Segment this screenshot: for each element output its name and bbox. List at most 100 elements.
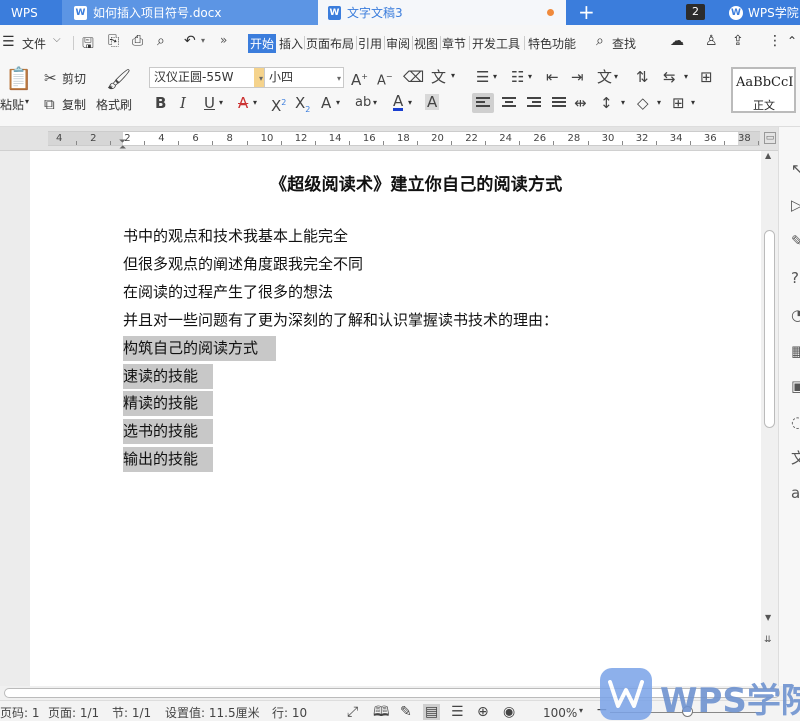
undo-icon[interactable]: ↶: [184, 33, 196, 49]
clear-format-icon[interactable]: ⌫: [403, 69, 424, 85]
help-icon[interactable]: ?: [791, 270, 799, 286]
more-arrows-icon[interactable]: »: [220, 33, 227, 47]
tab-document-2[interactable]: W 文字文稿3: [318, 0, 566, 25]
eye-protection-icon[interactable]: ◉: [503, 704, 515, 720]
align-center-button[interactable]: [498, 93, 520, 113]
align-left-button[interactable]: [472, 93, 494, 113]
chevron-down-icon[interactable]: ▾: [579, 704, 583, 718]
tab-special-features[interactable]: 特色功能: [528, 35, 576, 52]
style-normal[interactable]: AaBbCcI 正文: [731, 67, 796, 113]
select-pointer-icon[interactable]: ↖: [791, 161, 800, 177]
distributed-align-icon[interactable]: ⇹: [574, 95, 587, 111]
hamburger-menu-icon[interactable]: ☰: [2, 34, 15, 50]
grow-font-icon[interactable]: A+: [351, 69, 368, 88]
status-setting-value[interactable]: 设置值: 11.5厘米: [165, 706, 260, 720]
show-marks-icon[interactable]: ⇆: [663, 69, 676, 85]
strikethrough-icon[interactable]: A: [238, 95, 248, 111]
undo-dropdown-icon[interactable]: ▾: [201, 36, 205, 45]
cloud-icon[interactable]: ☁: [670, 33, 684, 49]
italic-icon[interactable]: I: [180, 95, 186, 111]
shading-icon[interactable]: ◇: [637, 95, 649, 111]
chevron-down-icon[interactable]: ▾: [657, 98, 661, 107]
chevron-down-icon[interactable]: ⌵: [53, 34, 61, 45]
font-size-select[interactable]: 小四 ▾: [264, 67, 344, 88]
align-right-button[interactable]: [523, 93, 545, 113]
search-icon[interactable]: ⌕: [596, 33, 604, 49]
tab-developer[interactable]: 开发工具: [472, 35, 520, 52]
tab-document-1[interactable]: W 如何插入项目符号.docx: [62, 0, 318, 25]
superscript-icon[interactable]: X2: [271, 95, 286, 114]
wps-home-tab[interactable]: WPS: [0, 0, 62, 25]
tab-review[interactable]: 审阅: [386, 35, 410, 52]
font-family-select[interactable]: 汉仪正圆-55W ▾: [149, 67, 265, 88]
justify-button[interactable]: [548, 93, 570, 113]
web-view-icon[interactable]: ⊕: [477, 704, 489, 720]
borders-icon[interactable]: ⊞: [672, 95, 685, 111]
status-page-code[interactable]: 页码: 1: [0, 706, 40, 720]
search-button[interactable]: 查找: [612, 35, 636, 52]
chevron-down-icon[interactable]: ▾: [408, 98, 412, 107]
tab-page-layout[interactable]: 页面布局: [306, 35, 354, 52]
next-page-icon[interactable]: ⇊: [764, 635, 772, 645]
chevron-down-icon[interactable]: ▾: [621, 98, 625, 107]
chevron-down-icon[interactable]: ▾: [691, 98, 695, 107]
status-page[interactable]: 页面: 1/1: [48, 706, 99, 720]
bold-icon[interactable]: B: [155, 95, 166, 111]
line-spacing-icon[interactable]: ↕: [600, 95, 613, 111]
paste-button[interactable]: 粘贴: [0, 96, 24, 113]
read-mode-icon[interactable]: 🕮: [373, 704, 390, 720]
save-icon[interactable]: 🖫: [82, 33, 94, 57]
scroll-up-icon[interactable]: ▲: [765, 151, 771, 160]
format-painter-button[interactable]: 格式刷: [96, 96, 132, 113]
paste-dropdown-icon[interactable]: ▾: [25, 97, 29, 106]
status-row[interactable]: 行: 10: [272, 706, 307, 720]
shrink-font-icon[interactable]: A−: [377, 69, 393, 89]
sort-icon[interactable]: ⇅: [636, 69, 649, 85]
vertical-scrollbar[interactable]: ▲ ▼ ⇊: [761, 151, 778, 686]
chevron-down-icon[interactable]: ▾: [451, 71, 455, 80]
scrollbar-thumb[interactable]: [764, 230, 775, 428]
numbered-list-icon[interactable]: ☷: [511, 69, 524, 85]
chevron-down-icon[interactable]: ▾: [684, 72, 688, 81]
new-tab-button[interactable]: +: [578, 0, 595, 25]
export-pdf-icon[interactable]: ⎘: [108, 33, 119, 49]
char-shading-icon[interactable]: A: [425, 94, 440, 110]
share-icon[interactable]: ⇪: [732, 33, 744, 49]
outline-view-icon[interactable]: ☰: [451, 704, 464, 720]
text-icon[interactable]: a: [791, 485, 800, 501]
file-menu[interactable]: 文件: [22, 35, 46, 52]
copy-icon[interactable]: ⧉: [44, 96, 55, 112]
style-icon[interactable]: ✎: [791, 233, 800, 249]
font-color-icon[interactable]: A: [393, 94, 404, 111]
comment-icon[interactable]: ◌: [791, 414, 800, 430]
tab-view[interactable]: 视图: [414, 35, 438, 52]
chevron-down-icon[interactable]: ▾: [493, 72, 497, 81]
apps-grid-icon[interactable]: ▦: [791, 343, 800, 359]
fullscreen-icon[interactable]: ⤢: [347, 704, 358, 720]
print-preview-icon[interactable]: ⌕: [157, 33, 165, 49]
image-icon[interactable]: ▣: [791, 378, 800, 394]
page-view-icon[interactable]: ▤: [423, 704, 441, 720]
underline-icon[interactable]: U: [204, 95, 215, 111]
print-icon[interactable]: ⎙: [132, 33, 143, 49]
ruler-toggle-icon[interactable]: ▭: [764, 132, 776, 144]
chevron-down-icon[interactable]: ▾: [528, 72, 532, 81]
scroll-down-icon[interactable]: ▼: [765, 613, 771, 622]
chevron-down-icon[interactable]: ▾: [614, 72, 618, 81]
horizontal-ruler[interactable]: 4 2 2 4 6 8 10 12 14 16 18 20 22 24 26 28 30 32 34 36 38 ⏷ ⏶…: [0, 127, 800, 153]
tab-home[interactable]: 开始: [248, 34, 277, 53]
chevron-down-icon[interactable]: ▾: [373, 98, 377, 107]
format-painter-icon[interactable]: 🖌: [106, 69, 131, 89]
text-effect-icon[interactable]: A: [321, 95, 331, 111]
subscript-icon[interactable]: X2: [295, 95, 310, 118]
table-layout-icon[interactable]: ⊞: [700, 69, 713, 85]
chevron-down-icon[interactable]: ▾: [253, 98, 257, 107]
user-icon[interactable]: ♙: [705, 33, 718, 49]
bullet-list-icon[interactable]: ☰: [476, 69, 489, 85]
chevron-down-icon[interactable]: ▾: [336, 98, 340, 107]
chinese-layout-icon[interactable]: 文: [597, 69, 612, 85]
more-options-icon[interactable]: ⋮: [768, 33, 782, 49]
increase-indent-icon[interactable]: ⇥: [571, 69, 584, 85]
tab-insert[interactable]: 插入: [279, 35, 303, 52]
chevron-down-icon[interactable]: ▾: [219, 98, 223, 107]
